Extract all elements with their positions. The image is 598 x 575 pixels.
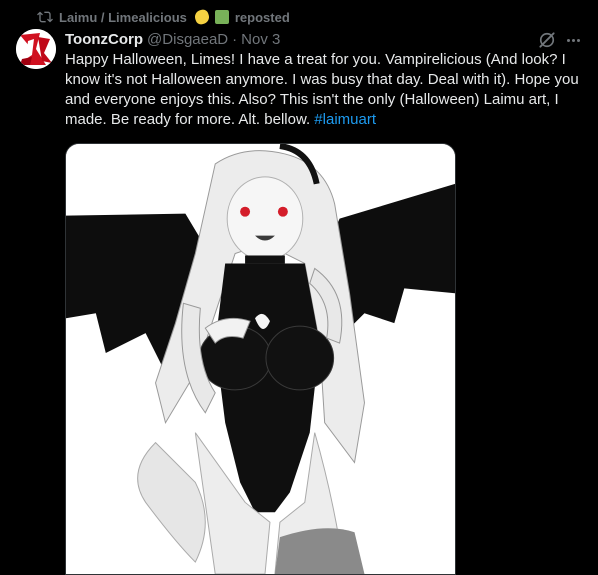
- green-square-emoji: [214, 10, 229, 24]
- grok-icon[interactable]: [537, 30, 557, 50]
- author-handle[interactable]: @DisgaeaD: [147, 31, 228, 48]
- more-icon[interactable]: [563, 30, 583, 50]
- repost-icon: [37, 11, 53, 23]
- repost-label: reposted: [234, 9, 290, 25]
- reposter-name[interactable]: Laimu / Limealicious: [59, 10, 187, 25]
- hashtag-link[interactable]: #laimuart: [314, 111, 376, 128]
- avatar-logo: [16, 29, 56, 69]
- author-display-name[interactable]: ToonzCorp: [65, 31, 143, 48]
- post-image[interactable]: [65, 143, 456, 575]
- separator-dot: ·: [232, 30, 238, 48]
- repost-line: Laimu / Limealicious reposted: [37, 7, 290, 27]
- lemon-emoji: [192, 8, 211, 26]
- post-header: ToonzCorp @DisgaeaD · Nov 3: [65, 29, 280, 49]
- post-date[interactable]: Nov 3: [241, 31, 280, 48]
- illustration: [66, 144, 455, 574]
- avatar[interactable]: [16, 29, 56, 69]
- post[interactable]: Laimu / Limealicious reposted ToonzCorp …: [0, 0, 598, 575]
- post-text: Happy Halloween, Limes! I have a treat f…: [65, 50, 585, 130]
